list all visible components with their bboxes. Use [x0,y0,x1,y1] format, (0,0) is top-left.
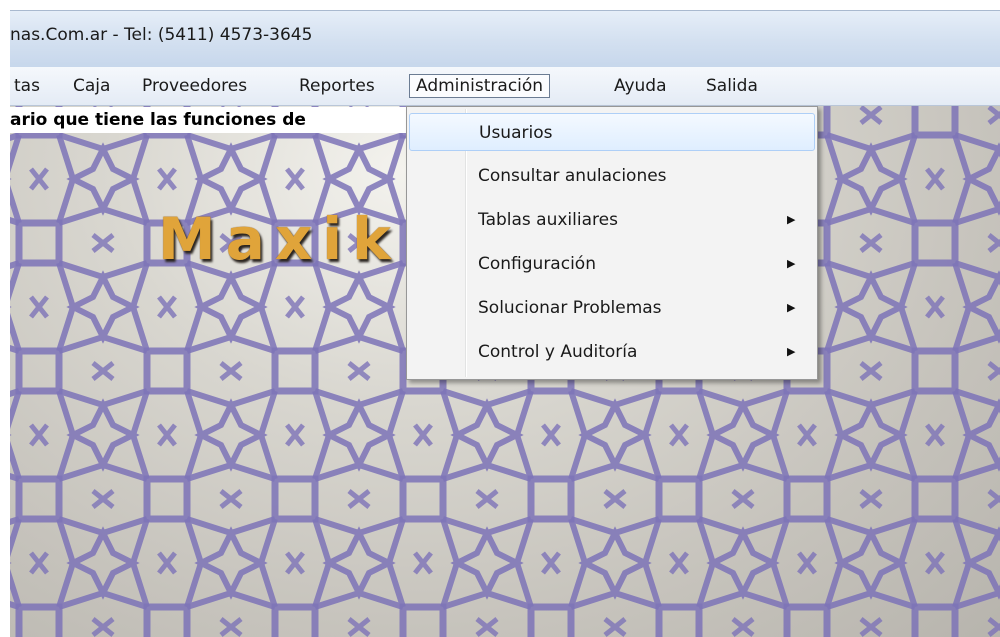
menu-caja[interactable]: Caja [69,74,114,98]
submenu-arrow-icon: ▶ [787,345,796,358]
menu-item-consultar-anulaciones[interactable]: Consultar anulaciones [409,157,815,195]
menu-item-configuracion[interactable]: Configuración ▶ [409,245,815,283]
brand-logo: Maxik [158,205,398,273]
menu-administracion[interactable]: Administración [409,74,551,98]
menu-item-label: Consultar anulaciones [478,166,667,186]
window-title: nas.Com.ar - Tel: (5411) 4573-3645 [10,25,313,45]
submenu-arrow-icon: ▶ [787,301,796,314]
submenu-arrow-icon: ▶ [787,257,796,270]
menu-item-tablas-auxiliares[interactable]: Tablas auxiliares ▶ [409,201,815,239]
administracion-dropdown: Usuarios Consultar anulaciones Tablas au… [406,106,818,380]
menu-ventas[interactable]: tas [10,74,44,98]
menu-bar: tas Caja Proveedores Reportes Administra… [10,67,1000,106]
menu-item-label: Configuración [478,254,596,274]
menu-item-label: Solucionar Problemas [478,298,662,318]
menu-item-usuarios[interactable]: Usuarios [409,113,815,151]
menu-reportes[interactable]: Reportes [295,74,379,98]
title-bar: nas.Com.ar - Tel: (5411) 4573-3645 [10,10,1000,67]
menu-item-solucionar-problemas[interactable]: Solucionar Problemas ▶ [409,289,815,327]
menu-item-control-auditoria[interactable]: Control y Auditoría ▶ [409,333,815,371]
menu-ayuda[interactable]: Ayuda [610,74,671,98]
submenu-arrow-icon: ▶ [787,213,796,226]
menu-item-label: Control y Auditoría [478,342,638,362]
user-functions-label: ario que tiene las funciones de [10,110,306,130]
menu-item-label: Tablas auxiliares [478,210,618,230]
menu-salida[interactable]: Salida [702,74,762,98]
menu-proveedores[interactable]: Proveedores [138,74,251,98]
menu-item-label: Usuarios [479,123,553,143]
